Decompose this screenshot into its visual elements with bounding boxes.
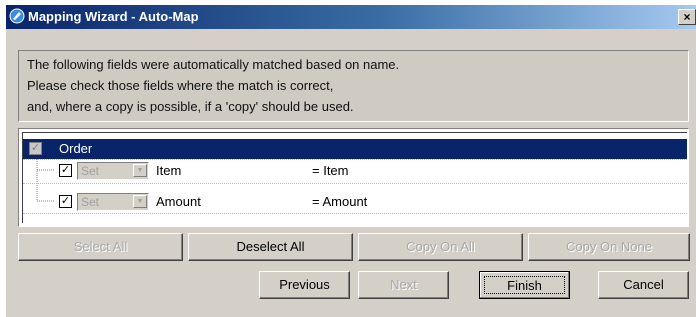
amount-mode-select: Set ▼ xyxy=(77,193,149,211)
select-all-button[interactable]: Select All xyxy=(18,233,183,261)
item-checkbox[interactable]: ✓ xyxy=(59,164,72,177)
close-icon: × xyxy=(683,10,691,24)
info-line: and, where a copy is possible, if a 'cop… xyxy=(27,99,354,114)
amount-checkbox[interactable]: ✓ xyxy=(59,195,72,208)
order-checkbox[interactable]: ✓ xyxy=(29,142,42,155)
previous-button[interactable]: Previous xyxy=(259,271,350,299)
copy-on-none-button[interactable]: Copy On None xyxy=(528,233,690,261)
target-field-item: = Item xyxy=(312,163,349,178)
cancel-button[interactable]: Cancel xyxy=(598,271,689,299)
mapping-wizard-window: Mapping Wizard - Auto-Map × The followin… xyxy=(5,4,696,317)
deselect-all-button[interactable]: Deselect All xyxy=(188,233,353,261)
copy-on-all-button[interactable]: Copy On All xyxy=(358,233,523,261)
target-field-amount: = Amount xyxy=(312,194,368,209)
row-separator xyxy=(23,159,687,160)
wizard-icon xyxy=(9,8,25,24)
info-line: Please check those fields where the matc… xyxy=(27,78,334,93)
item-mode-value: Set xyxy=(81,164,100,178)
amount-mode-value: Set xyxy=(81,195,100,209)
tree-root-label: Order xyxy=(59,141,93,156)
finish-label: Finish xyxy=(484,276,565,294)
check-mark-icon: ✓ xyxy=(30,142,41,154)
next-button[interactable]: Next xyxy=(358,271,449,299)
tree-connector-lines xyxy=(36,159,55,202)
window-title: Mapping Wizard - Auto-Map xyxy=(28,9,199,24)
check-mark-icon: ✓ xyxy=(60,164,71,176)
close-button[interactable]: × xyxy=(678,9,696,25)
row-separator xyxy=(23,213,687,214)
check-mark-icon: ✓ xyxy=(60,195,71,207)
source-field-item: Item xyxy=(156,163,182,178)
title-bar[interactable]: Mapping Wizard - Auto-Map × xyxy=(6,5,696,29)
info-line: The following fields were automatically … xyxy=(27,57,400,72)
info-panel: The following fields were automatically … xyxy=(18,50,689,122)
tree-row-order[interactable]: ✓ Order xyxy=(23,139,687,159)
tree-viewport: ✓ Order ✓ Set ▼ Item = Item ✓ Set ▼ Amou… xyxy=(22,132,687,223)
chevron-down-icon: ▼ xyxy=(133,195,147,208)
finish-button[interactable]: Finish xyxy=(479,271,570,299)
source-field-amount: Amount xyxy=(156,194,201,209)
chevron-down-icon: ▼ xyxy=(133,164,147,177)
field-mapping-tree[interactable]: ✓ Order ✓ Set ▼ Item = Item ✓ Set ▼ Amou… xyxy=(18,128,689,227)
item-mode-select: Set ▼ xyxy=(77,162,149,180)
row-separator xyxy=(23,183,687,184)
